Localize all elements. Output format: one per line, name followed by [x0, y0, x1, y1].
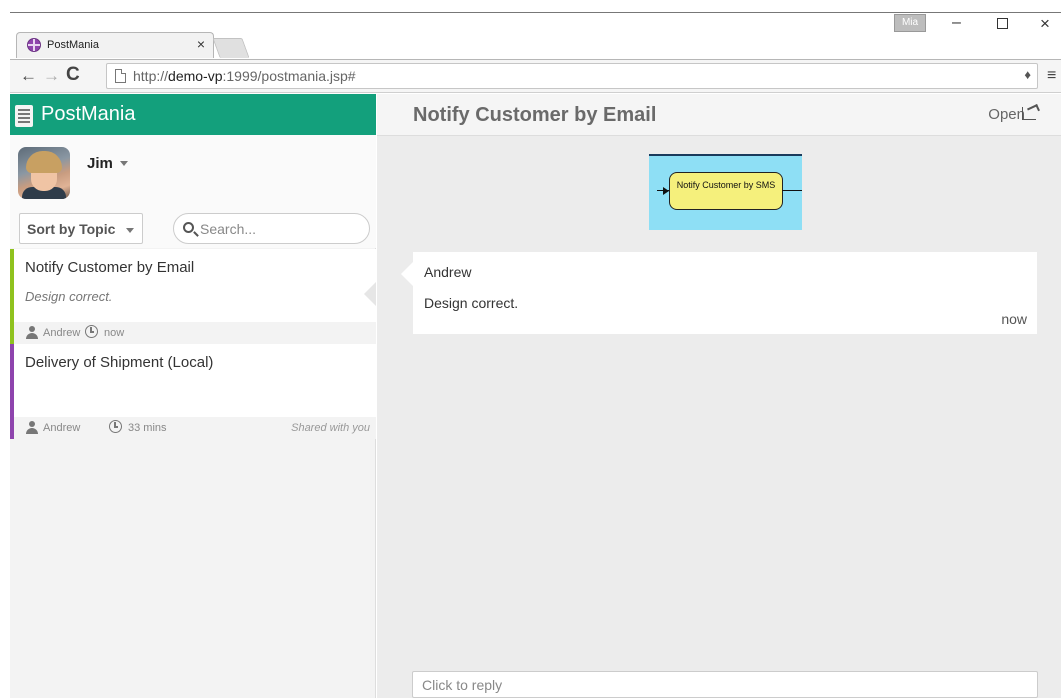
- post-item[interactable]: Delivery of Shipment (Local) Andrew 33 m…: [10, 344, 376, 439]
- post-item[interactable]: Notify Customer by Email Design correct.…: [10, 249, 376, 344]
- browser-titlebar: PostMania × Mia – ×: [0, 0, 1061, 60]
- diagram-thumbnail[interactable]: Notify Customer by SMS: [649, 154, 802, 230]
- external-open-icon[interactable]: [1022, 107, 1036, 120]
- post-time: now: [104, 327, 125, 339]
- back-arrow-icon[interactable]: ←: [20, 66, 37, 86]
- url-text[interactable]: http://demo-vp:1999/postmania.jsp#: [133, 68, 356, 84]
- browser-tab[interactable]: PostMania ×: [16, 32, 214, 58]
- shared-label: Shared with you: [291, 422, 370, 434]
- sort-dropdown[interactable]: Sort by Topic: [19, 213, 143, 244]
- comment-card: Andrew Design correct. now: [413, 252, 1037, 334]
- main-panel: Notify Customer by Email Open Notify Cus…: [377, 94, 1061, 698]
- tab-close-icon[interactable]: ×: [197, 36, 205, 52]
- diagram-task-node: Notify Customer by SMS: [669, 172, 783, 210]
- search-input[interactable]: [200, 219, 360, 239]
- flow-line: [782, 190, 802, 191]
- chevron-down-icon: [126, 228, 134, 233]
- reply-input[interactable]: [412, 671, 1038, 698]
- comment-time: now: [1001, 311, 1027, 327]
- post-meta: Andrew 33 mins Shared with you: [14, 417, 376, 439]
- page-icon: [115, 69, 126, 83]
- comment-author: Andrew: [424, 264, 472, 280]
- globe-icon: [27, 38, 41, 52]
- search-icon: [183, 222, 194, 233]
- forward-arrow-icon[interactable]: →: [43, 66, 60, 86]
- sort-label: Sort by Topic: [27, 221, 116, 237]
- post-title: Notify Customer by Email: [25, 259, 195, 276]
- address-bar[interactable]: http://demo-vp:1999/postmania.jsp# ♦: [106, 63, 1038, 89]
- post-title: Delivery of Shipment (Local): [25, 354, 214, 371]
- clock-icon: [109, 420, 122, 433]
- profile-panel: Jim Sort by Topic: [10, 135, 376, 248]
- menu-icon[interactable]: ≡: [1047, 67, 1056, 85]
- avatar[interactable]: [18, 147, 70, 199]
- app-title: PostMania: [41, 103, 136, 125]
- sidebar: PostMania Jim Sort by Topic Notify Custo…: [10, 94, 376, 698]
- reload-icon[interactable]: C: [66, 64, 80, 86]
- post-author: Andrew: [43, 327, 81, 339]
- comment-body: Design correct.: [424, 295, 519, 311]
- new-tab-button[interactable]: [212, 38, 250, 58]
- post-time: 33 mins: [128, 422, 167, 434]
- post-snippet: Design correct.: [25, 289, 113, 304]
- person-icon: [26, 326, 38, 339]
- browser-toolbar: ← → C http://demo-vp:1999/postmania.jsp#…: [10, 59, 1061, 93]
- detail-header: Notify Customer by Email Open: [377, 94, 1061, 136]
- window-close-icon[interactable]: ×: [1040, 14, 1050, 34]
- person-icon: [26, 421, 38, 434]
- profile-badge[interactable]: Mia: [894, 14, 926, 32]
- tab-title: PostMania: [47, 39, 99, 51]
- page-title: Notify Customer by Email: [413, 104, 657, 126]
- avatar-hair: [26, 151, 62, 173]
- chevron-down-icon[interactable]: [120, 161, 128, 166]
- notebook-icon: [15, 105, 33, 127]
- open-link[interactable]: Open: [988, 106, 1025, 123]
- brand-bar: PostMania: [10, 94, 376, 135]
- selection-pointer: [364, 282, 376, 306]
- key-icon[interactable]: ♦: [1024, 67, 1031, 82]
- window-border: [10, 12, 1061, 13]
- minimize-icon[interactable]: –: [952, 14, 961, 32]
- search-box[interactable]: [173, 213, 370, 244]
- post-author: Andrew: [43, 422, 81, 434]
- clock-icon: [85, 325, 98, 338]
- post-meta: Andrew now: [14, 322, 376, 344]
- comment-pointer: [401, 262, 413, 286]
- maximize-icon[interactable]: [997, 18, 1008, 29]
- user-name[interactable]: Jim: [87, 155, 113, 172]
- diagram-border: [649, 154, 802, 156]
